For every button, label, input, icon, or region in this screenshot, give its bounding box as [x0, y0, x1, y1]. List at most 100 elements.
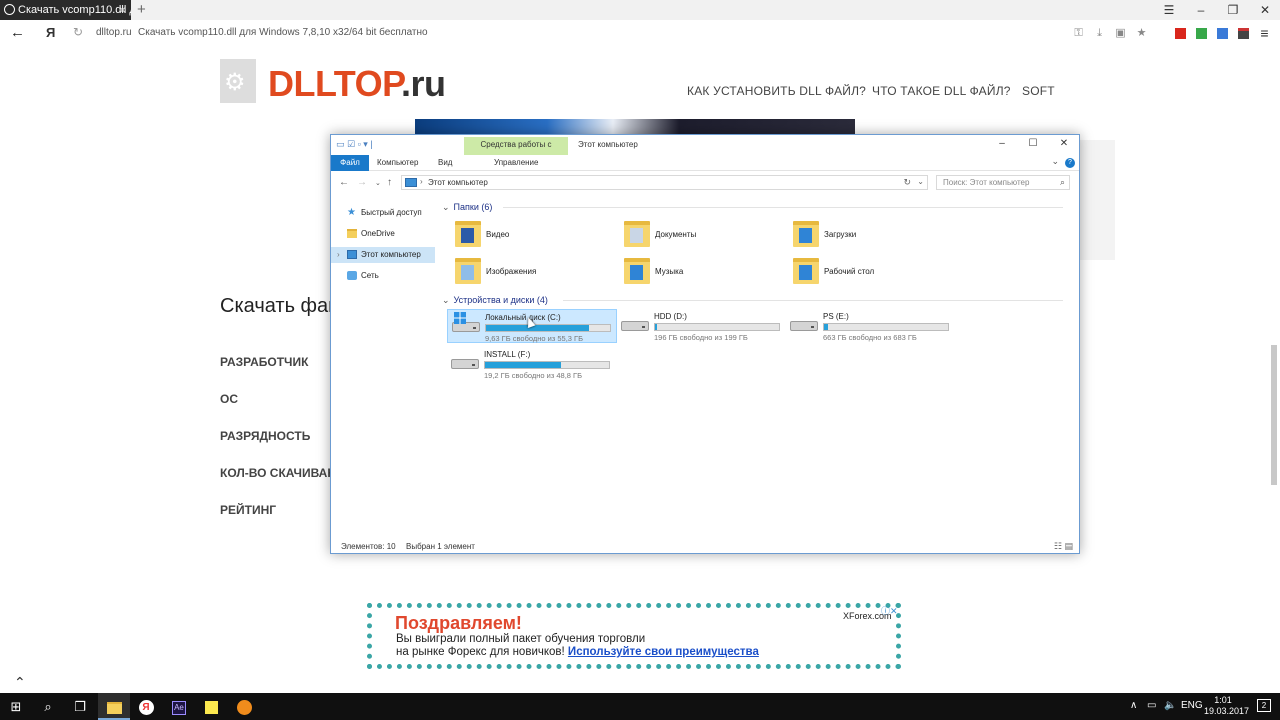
tab-close-icon[interactable]: ×: [119, 0, 126, 20]
folder-documents[interactable]: Документы: [624, 221, 784, 251]
section-divider: [563, 300, 1063, 301]
protect-icon[interactable]: ▣: [1115, 27, 1126, 39]
gear-logo-icon: ⚙: [224, 69, 246, 96]
folder-desktop[interactable]: Рабочий стол: [793, 258, 953, 288]
drives-section-header[interactable]: ⌄ Устройства и диски (4): [442, 295, 548, 306]
download-icon[interactable]: ⤓: [1094, 27, 1105, 39]
drive-d[interactable]: HDD (D:) 196 ГБ свободно из 199 ГБ: [617, 309, 787, 343]
nav-up-icon[interactable]: ↑: [387, 177, 392, 188]
site-logo[interactable]: DLLTOP.ru: [268, 63, 446, 105]
ad-choices-icon[interactable]: ⓘ✕: [881, 604, 898, 617]
tab-bar: Скачать vcomp110.dll для × + ☰ – ❐ ✕: [0, 0, 1280, 20]
explorer-close-icon[interactable]: ✕: [1049, 138, 1079, 149]
folder-music[interactable]: Музыка: [624, 258, 784, 288]
folder-videos[interactable]: Видео: [455, 221, 615, 251]
page-scrollbar[interactable]: [1271, 345, 1277, 485]
search-icon[interactable]: ⌕: [1060, 177, 1065, 188]
folder-pictures[interactable]: Изображения: [455, 258, 615, 288]
collapse-chevron-icon[interactable]: ⌄: [442, 295, 450, 305]
path-text[interactable]: Этот компьютер: [428, 178, 488, 187]
browser-menu-icon[interactable]: ☰: [1154, 0, 1184, 20]
quick-access-toolbar-icon[interactable]: ▭ ☑ ▫ ▾ |: [336, 139, 373, 150]
ad-title[interactable]: Поздравляем!: [395, 613, 522, 634]
network-tray-icon[interactable]: ▭: [1147, 700, 1156, 711]
recent-locations-icon[interactable]: ⌄: [375, 179, 381, 187]
explorer-navigation-bar: ← → ⌄ ↑ › Этот компьютер ⌄ ↻ Поиск: Этот…: [331, 172, 1079, 194]
taskbar-app[interactable]: [228, 693, 260, 720]
after-effects-icon: Ae: [172, 700, 186, 715]
minimize-icon[interactable]: –: [1186, 0, 1216, 20]
nav-what-is-dll[interactable]: ЧТО ТАКОЕ DLL ФАЙЛ?: [872, 84, 1011, 98]
task-view-icon[interactable]: ❐: [64, 693, 96, 720]
ribbon-tab-manage[interactable]: Управление: [494, 155, 538, 171]
ribbon-tab-computer[interactable]: Компьютер: [377, 155, 418, 171]
sidebar-item-network[interactable]: Сеть: [331, 268, 435, 284]
extensions-menu-icon[interactable]: ≡: [1259, 26, 1270, 40]
key-icon[interactable]: ⚿: [1073, 27, 1084, 39]
music-folder-icon: [624, 258, 650, 284]
url-page-title[interactable]: Скачать vcomp110.dll для Windows 7,8,10 …: [138, 27, 428, 38]
folder-downloads[interactable]: Загрузки: [793, 221, 953, 251]
back-arrow-icon[interactable]: ←: [10, 24, 25, 41]
extension-blue-icon[interactable]: [1217, 27, 1228, 39]
help-icon[interactable]: ?: [1065, 158, 1075, 168]
drive-e[interactable]: PS (E:) 663 ГБ свободно из 683 ГБ: [786, 309, 956, 343]
close-window-icon[interactable]: ✕: [1250, 0, 1280, 20]
nav-back-icon[interactable]: ←: [339, 177, 349, 188]
path-bar[interactable]: › Этот компьютер ⌄ ↻: [401, 175, 928, 190]
sidebar-item-quick-access[interactable]: ★ Быстрый доступ: [331, 205, 435, 221]
sidebar-item-label: Этот компьютер: [361, 250, 421, 259]
extension-red-icon[interactable]: [1175, 27, 1186, 39]
yandex-icon[interactable]: Я: [46, 25, 55, 40]
ribbon-tab-file[interactable]: Файл: [331, 155, 369, 171]
explorer-search-input[interactable]: Поиск: Этот компьютер ⌕: [936, 175, 1070, 190]
ribbon-tab-view[interactable]: Вид: [438, 155, 452, 171]
scroll-up-icon[interactable]: ⌃: [14, 674, 26, 691]
notification-center-icon[interactable]: 2: [1257, 699, 1271, 712]
taskbar-after-effects[interactable]: Ae: [163, 693, 195, 720]
folder-label: Документы: [655, 230, 697, 239]
path-separator-icon[interactable]: ›: [420, 177, 423, 186]
system-clock[interactable]: 1:01 19.03.2017: [1204, 695, 1249, 717]
ribbon-expand-icon[interactable]: ⌄: [1051, 156, 1059, 167]
file-explorer-window[interactable]: ▭ ☑ ▫ ▾ | Средства работы с дисками Этот…: [330, 134, 1080, 554]
tray-expand-icon[interactable]: ∧: [1130, 700, 1137, 711]
folder-label: Изображения: [486, 267, 537, 276]
explorer-minimize-icon[interactable]: –: [987, 138, 1017, 149]
restore-icon[interactable]: ❐: [1218, 0, 1248, 20]
keyboard-language[interactable]: ENG: [1181, 700, 1203, 711]
url-domain[interactable]: dlltop.ru: [96, 27, 132, 38]
drive-f[interactable]: INSTALL (F:) 19,2 ГБ свободно из 48,8 ГБ: [447, 347, 617, 381]
path-dropdown-icon[interactable]: ⌄: [917, 177, 924, 186]
taskbar-sticky-notes[interactable]: [195, 693, 227, 720]
sidebar-item-label: OneDrive: [361, 229, 395, 238]
windows-taskbar: ⊞ ⌕ ❐ Я Ae ∧ ▭ 🔈 ENG 1:01 19.03.2017 2: [0, 693, 1280, 720]
extension-flag-icon[interactable]: [1238, 27, 1249, 39]
start-button-icon[interactable]: ⊞: [0, 693, 32, 720]
reload-icon[interactable]: ↻: [73, 25, 83, 39]
sidebar-item-onedrive[interactable]: OneDrive: [331, 226, 435, 242]
volume-icon[interactable]: 🔈: [1164, 700, 1176, 711]
view-toggle-icon[interactable]: ☷ ▤: [1054, 541, 1073, 552]
ad-link[interactable]: Используйте свои преимущества: [568, 646, 759, 658]
nav-forward-icon[interactable]: →: [357, 177, 367, 188]
spec-developer: РАЗРАБОТЧИК: [220, 355, 309, 369]
taskbar-explorer[interactable]: [98, 693, 130, 720]
search-icon[interactable]: ⌕: [32, 693, 64, 720]
folders-section-header[interactable]: ⌄ Папки (6): [442, 202, 492, 213]
explorer-maximize-icon[interactable]: ☐: [1018, 138, 1048, 149]
nav-how-install[interactable]: КАК УСТАНОВИТЬ DLL ФАЙЛ?: [687, 84, 866, 98]
explorer-titlebar[interactable]: ▭ ☑ ▫ ▾ | Средства работы с дисками Этот…: [331, 135, 1079, 165]
refresh-icon[interactable]: ↻: [903, 177, 911, 188]
drive-tools-context-tab[interactable]: Средства работы с дисками: [464, 137, 568, 165]
expand-chevron-icon[interactable]: ›: [337, 247, 340, 263]
taskbar-yandex-browser[interactable]: Я: [130, 693, 162, 720]
new-tab-button[interactable]: +: [137, 0, 146, 20]
sidebar-item-this-pc[interactable]: › Этот компьютер: [331, 247, 435, 263]
browser-tab-active[interactable]: Скачать vcomp110.dll для ×: [0, 0, 131, 20]
collapse-chevron-icon[interactable]: ⌄: [442, 202, 450, 212]
nav-soft[interactable]: SOFT: [1022, 84, 1055, 98]
folder-icon: [106, 701, 122, 714]
bookmark-star-icon[interactable]: ★: [1136, 27, 1147, 39]
extension-green-icon[interactable]: [1196, 27, 1207, 39]
